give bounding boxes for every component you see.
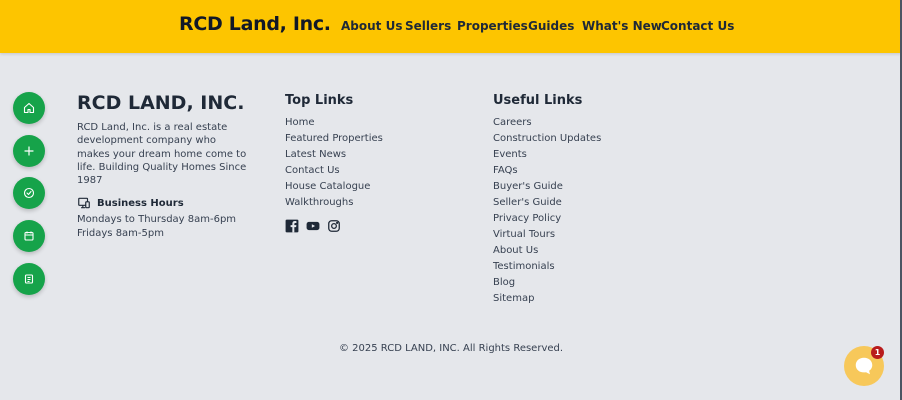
useful-link-events[interactable]: Events — [493, 148, 601, 164]
brand-logo[interactable]: RCD Land, Inc. — [179, 13, 331, 35]
calendar-icon — [24, 231, 34, 241]
business-hours-title: Business Hours — [97, 197, 184, 209]
hours-friday: Fridays 8am-5pm — [77, 228, 164, 239]
useful-link-construction-updates[interactable]: Construction Updates — [493, 132, 601, 148]
chat-bubble-icon — [855, 357, 873, 375]
top-link-featured-properties[interactable]: Featured Properties — [285, 132, 383, 148]
useful-links-title: Useful Links — [493, 93, 583, 108]
top-links-list: Home Featured Properties Latest News Con… — [285, 116, 383, 212]
nav-whats-new[interactable]: What's New — [582, 19, 662, 33]
calendar-button[interactable] — [13, 220, 45, 252]
useful-links-list: Careers Construction Updates Events FAQs… — [493, 116, 601, 308]
nav-about-us[interactable]: About Us — [341, 19, 402, 33]
youtube-icon — [306, 221, 320, 231]
business-hours-icon — [78, 197, 90, 209]
instagram-link[interactable] — [327, 219, 341, 233]
social-links — [285, 219, 341, 233]
top-link-walkthroughs[interactable]: Walkthroughs — [285, 196, 383, 212]
nav-guides[interactable]: Guides — [528, 19, 574, 33]
document-icon — [24, 274, 34, 284]
youtube-link[interactable] — [306, 219, 320, 233]
useful-link-faqs[interactable]: FAQs — [493, 164, 601, 180]
useful-link-sellers-guide[interactable]: Seller's Guide — [493, 196, 601, 212]
nav-sellers[interactable]: Sellers — [405, 19, 451, 33]
useful-link-sitemap[interactable]: Sitemap — [493, 292, 601, 308]
facebook-icon — [285, 219, 299, 233]
plus-icon — [24, 146, 34, 156]
useful-link-testimonials[interactable]: Testimonials — [493, 260, 601, 276]
document-button[interactable] — [13, 263, 45, 295]
home-icon — [23, 102, 35, 114]
chat-notification-badge: 1 — [871, 346, 884, 359]
useful-link-buyers-guide[interactable]: Buyer's Guide — [493, 180, 601, 196]
useful-link-privacy-policy[interactable]: Privacy Policy — [493, 212, 601, 228]
top-link-home[interactable]: Home — [285, 116, 383, 132]
footer-company-description: RCD Land, Inc. is a real estate developm… — [77, 122, 247, 187]
nav-contact-us[interactable]: Contact Us — [661, 19, 734, 33]
add-button[interactable] — [13, 135, 45, 167]
footer-company-title: RCD LAND, INC. — [77, 92, 245, 114]
copyright-text: © 2025 RCD LAND, INC. All Rights Reserve… — [338, 343, 564, 354]
top-link-house-catalogue[interactable]: House Catalogue — [285, 180, 383, 196]
facebook-link[interactable] — [285, 219, 299, 233]
business-hours-heading: Business Hours — [77, 196, 184, 210]
hours-weekdays: Mondays to Thursday 8am-6pm — [77, 214, 237, 225]
useful-link-careers[interactable]: Careers — [493, 116, 601, 132]
top-link-latest-news[interactable]: Latest News — [285, 148, 383, 164]
home-button[interactable] — [13, 92, 45, 124]
check-button[interactable] — [13, 177, 45, 209]
instagram-icon — [328, 220, 340, 232]
check-circle-icon — [23, 187, 35, 199]
site-header: RCD Land, Inc. About Us Sellers Properti… — [0, 0, 902, 53]
useful-link-blog[interactable]: Blog — [493, 276, 601, 292]
useful-link-about-us[interactable]: About Us — [493, 244, 601, 260]
nav-properties[interactable]: Properties — [457, 19, 528, 33]
top-links-title: Top Links — [285, 93, 354, 108]
top-link-contact-us[interactable]: Contact Us — [285, 164, 383, 180]
useful-link-virtual-tours[interactable]: Virtual Tours — [493, 228, 601, 244]
